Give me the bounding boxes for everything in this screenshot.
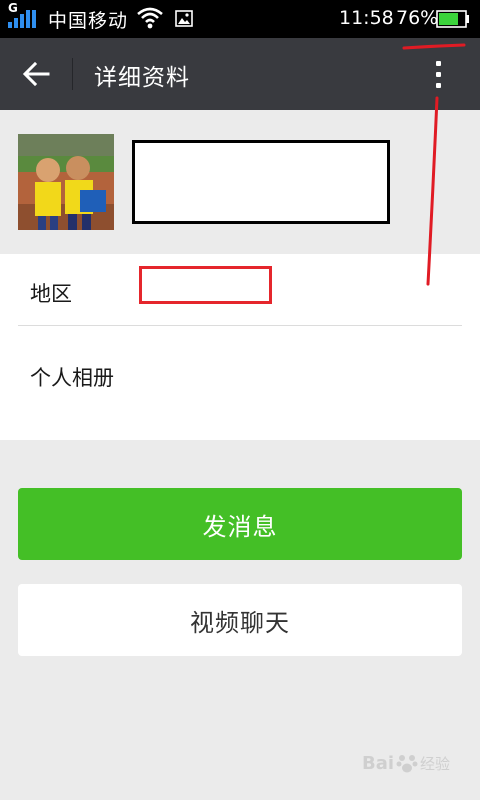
more-vertical-icon: [435, 60, 441, 66]
arrow-left-icon: [22, 61, 50, 87]
avatar[interactable]: [18, 134, 114, 230]
personal-album-row[interactable]: 个人相册: [0, 346, 480, 440]
more-options-button[interactable]: [420, 54, 456, 94]
avatar-photo: [18, 134, 114, 230]
status-bar: G 中国移动 11:58 76%: [0, 0, 480, 38]
battery-percent: 76%: [396, 7, 439, 29]
profile-header: [0, 110, 480, 254]
info-list: 地区 个人相册: [0, 254, 480, 440]
clock: 11:58: [339, 7, 394, 29]
video-chat-button[interactable]: 视频聊天: [18, 584, 462, 656]
battery-icon: [436, 10, 469, 28]
action-bar-divider: [72, 58, 73, 90]
signal-icon: [8, 10, 38, 28]
carrier-name: 中国移动: [48, 10, 129, 32]
watermark-brand: Bai: [362, 752, 395, 774]
baidu-watermark: Bai 经验: [362, 752, 450, 774]
region-label: 地区: [30, 282, 72, 306]
row-divider: [18, 325, 462, 326]
page-title: 详细资料: [94, 65, 190, 91]
nickname-redacted: [132, 140, 390, 224]
back-button[interactable]: [14, 54, 58, 94]
wifi-icon: [137, 7, 163, 29]
send-message-button[interactable]: 发消息: [18, 488, 462, 560]
watermark-subtext: 经验: [420, 754, 451, 773]
region-row: 地区: [0, 254, 480, 326]
paw-logo-icon: [396, 755, 418, 773]
image-notification-icon: [175, 10, 193, 27]
action-bar: 详细资料: [0, 38, 480, 110]
personal-album-label: 个人相册: [30, 366, 114, 390]
region-value-redacted: [139, 266, 272, 304]
